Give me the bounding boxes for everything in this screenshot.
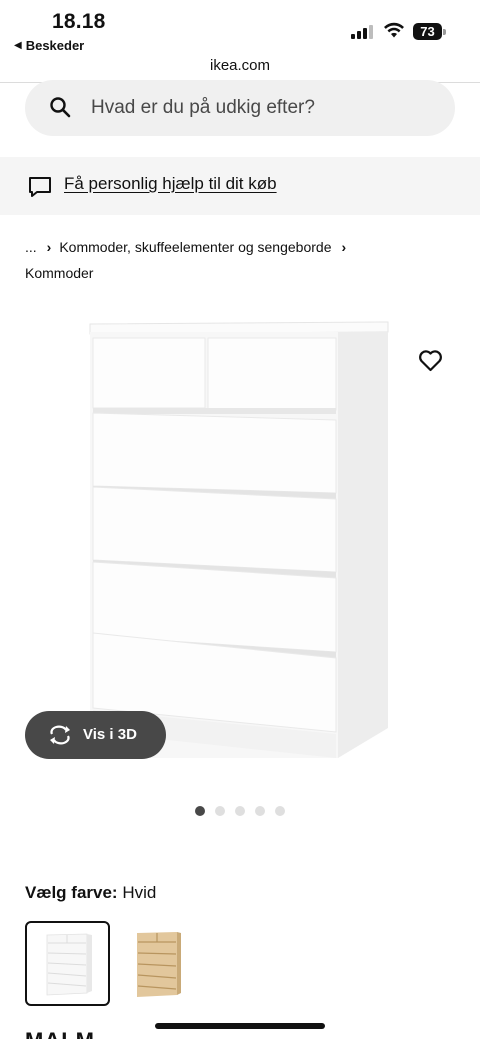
search-input[interactable] (91, 88, 431, 128)
oak-dresser-thumbnail (137, 932, 181, 997)
status-bar: 18.18 ◀ Beskeder 73 (0, 0, 480, 56)
search-bar[interactable] (25, 80, 455, 136)
product-image[interactable] (0, 300, 480, 780)
color-swatch-oak[interactable] (117, 921, 202, 1006)
search-icon (50, 97, 71, 118)
gallery-pagination (195, 806, 285, 816)
back-to-app-link[interactable]: ◀ Beskeder (14, 38, 84, 53)
gallery-dot[interactable] (215, 806, 225, 816)
breadcrumb: ... › Kommoder, skuffeelementer og senge… (25, 234, 465, 286)
cellular-signal-icon (351, 25, 373, 39)
help-link[interactable]: Få personlig hjælp til dit køb (64, 174, 277, 194)
help-banner[interactable]: Få personlig hjælp til dit køb (0, 157, 480, 215)
home-indicator[interactable] (155, 1023, 325, 1029)
battery-level: 73 (413, 23, 442, 40)
breadcrumb-ellipsis[interactable]: ... (25, 234, 37, 260)
chevron-right-icon: › (341, 239, 347, 255)
battery-icon: 73 (413, 23, 447, 40)
gallery-dot[interactable] (275, 806, 285, 816)
color-swatch-hvid[interactable] (25, 921, 110, 1006)
wifi-icon (384, 22, 404, 38)
view-in-3d-button[interactable]: Vis i 3D (25, 711, 166, 759)
back-triangle-icon: ◀ (14, 40, 22, 51)
gallery-dot-active[interactable] (195, 806, 205, 816)
color-label-prefix: Vælg farve: (25, 883, 118, 902)
gallery-dot[interactable] (235, 806, 245, 816)
color-selector-label: Vælg farve: Hvid (25, 883, 156, 903)
view-in-3d-label: Vis i 3D (83, 726, 137, 743)
product-name: MALM (25, 1028, 95, 1039)
gallery-dot[interactable] (255, 806, 265, 816)
white-dresser-thumbnail (46, 933, 92, 996)
breadcrumb-item-kommoder-skuffeelementer[interactable]: Kommoder, skuffeelementer og sengeborde (59, 234, 331, 260)
address-bar-url[interactable]: ikea.com (0, 57, 480, 74)
heart-icon[interactable] (418, 349, 443, 372)
chat-bubble-icon (29, 177, 51, 197)
breadcrumb-item-kommoder[interactable]: Kommoder (25, 260, 93, 286)
chevron-right-icon: › (46, 239, 52, 255)
status-time: 18.18 (52, 10, 106, 33)
selected-color-value: Hvid (122, 883, 157, 902)
rotate-3d-icon (50, 725, 70, 745)
back-app-label: Beskeder (25, 38, 85, 53)
